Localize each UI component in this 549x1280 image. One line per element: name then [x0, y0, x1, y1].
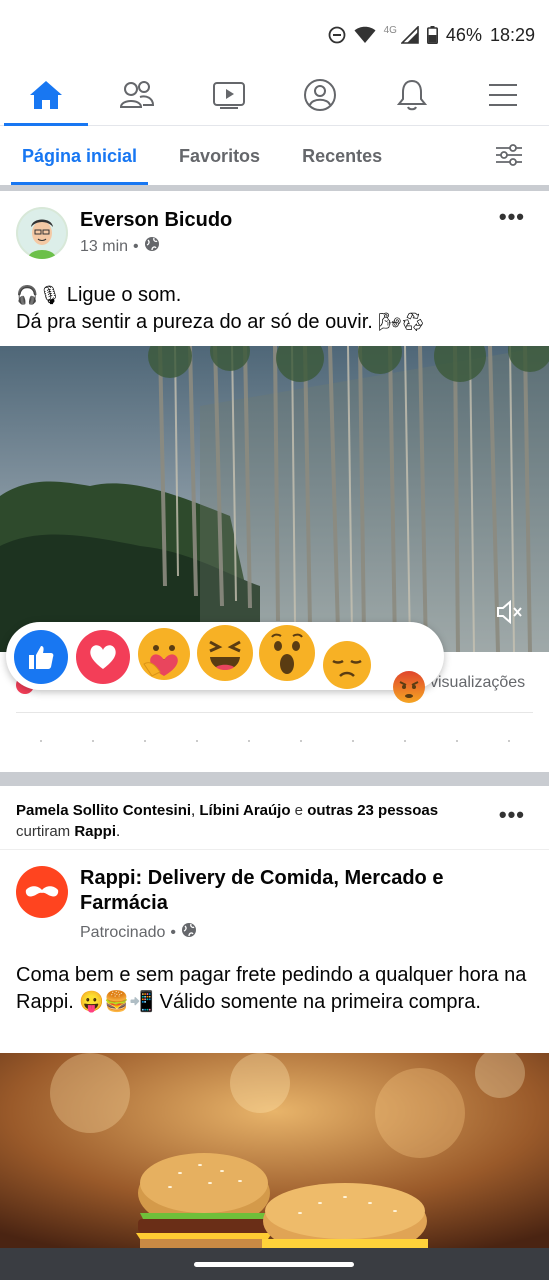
meta-separator: •	[170, 923, 176, 941]
nav-notifications[interactable]	[366, 70, 458, 125]
liked-by-name-2[interactable]: Líbini Araújo	[199, 802, 290, 819]
post-line1: Ligue o som.	[66, 284, 182, 306]
post-emoji: 🌬♻	[378, 312, 425, 332]
avatar[interactable]	[16, 207, 68, 259]
post-divider	[0, 772, 549, 786]
menu-icon	[488, 82, 518, 113]
battery-percent: 46%	[445, 24, 482, 45]
rappi-logo[interactable]	[16, 866, 68, 918]
nav-home[interactable]	[0, 70, 92, 126]
top-navigation	[0, 70, 549, 126]
clock: 18:29	[489, 24, 535, 45]
tab-recentes[interactable]: Recentes	[302, 127, 382, 185]
reaction-care[interactable]	[136, 626, 192, 682]
reactions-picker	[6, 622, 444, 690]
feed-tabs: Página inicial Favoritos Recentes	[0, 127, 549, 185]
dnd-icon	[328, 26, 346, 44]
battery-icon	[426, 26, 438, 44]
mute-icon[interactable]	[495, 598, 523, 631]
tab-favoritos[interactable]: Favoritos	[179, 127, 260, 185]
nav-friends[interactable]	[92, 70, 184, 125]
reaction-wow[interactable]	[258, 624, 316, 682]
friends-icon	[119, 79, 155, 116]
home-icon	[29, 79, 63, 116]
liked-by-line: Pamela Sollito Contesini, Líbini Araújo …	[16, 800, 486, 842]
loading-dots	[40, 740, 510, 742]
post-emoji: 🎧🎙	[16, 285, 62, 305]
wifi-icon	[354, 26, 376, 44]
liked-by-page[interactable]: Rappi	[74, 823, 116, 840]
author-name[interactable]: Rappi: Delivery de Comida, Mercado e Far…	[80, 866, 500, 916]
meta-separator: •	[133, 237, 139, 255]
nav-video[interactable]	[183, 70, 275, 125]
post-line2: Dá pra sentir a pureza do ar só de ouvir…	[16, 311, 373, 333]
post-options-button[interactable]: •••	[499, 204, 525, 230]
author-name[interactable]: Everson Bicudo	[80, 209, 232, 232]
globe-icon	[144, 236, 160, 257]
network-label: 4G	[383, 24, 397, 36]
reaction-haha[interactable]	[196, 624, 254, 682]
sliders-icon[interactable]	[495, 143, 523, 172]
post-options-button[interactable]: •••	[499, 802, 525, 828]
liked-by-others[interactable]: outras 23 pessoas	[307, 802, 438, 819]
profile-icon	[303, 78, 337, 117]
ad-image[interactable]	[0, 1053, 549, 1248]
feed-divider	[0, 185, 549, 191]
video-icon	[212, 80, 246, 115]
liked-by-name-1[interactable]: Pamela Sollito Contesini	[16, 802, 191, 819]
liked-by-comma: ,	[191, 802, 196, 819]
post-time[interactable]: 13 min	[80, 238, 128, 256]
nav-menu[interactable]	[458, 70, 549, 125]
post-header: Everson Bicudo 13 min •	[16, 207, 232, 259]
home-gesture-handle[interactable]	[194, 1262, 354, 1267]
post-footer-divider	[16, 712, 533, 713]
post-inner-divider	[0, 849, 549, 850]
bell-icon	[396, 78, 427, 117]
liked-by-verb: curtiram	[16, 823, 71, 840]
post-header: Rappi: Delivery de Comida, Mercado e Far…	[16, 866, 500, 943]
liked-by-end: .	[116, 823, 121, 840]
views-label: visualizações	[430, 674, 526, 691]
video-player[interactable]	[0, 346, 549, 652]
status-bar: 4G 46% 18:29	[0, 0, 549, 70]
reaction-like[interactable]	[14, 630, 68, 684]
nav-profile[interactable]	[275, 70, 367, 125]
system-nav-bar	[0, 1248, 549, 1280]
post-text: 🎧🎙 Ligue o som. Dá pra sentir a pureza d…	[16, 282, 536, 336]
signal-icon	[400, 26, 419, 44]
reaction-angry[interactable]	[392, 670, 426, 704]
globe-icon	[181, 922, 197, 943]
liked-by-joiner: e	[294, 802, 304, 819]
sponsored-label[interactable]: Patrocinado	[80, 924, 165, 942]
reaction-sad[interactable]	[322, 640, 372, 690]
reaction-love[interactable]	[76, 630, 130, 684]
post-text: Coma bem e sem pagar frete pedindo a qua…	[16, 964, 527, 1013]
tab-pagina-inicial[interactable]: Página inicial	[10, 127, 149, 185]
